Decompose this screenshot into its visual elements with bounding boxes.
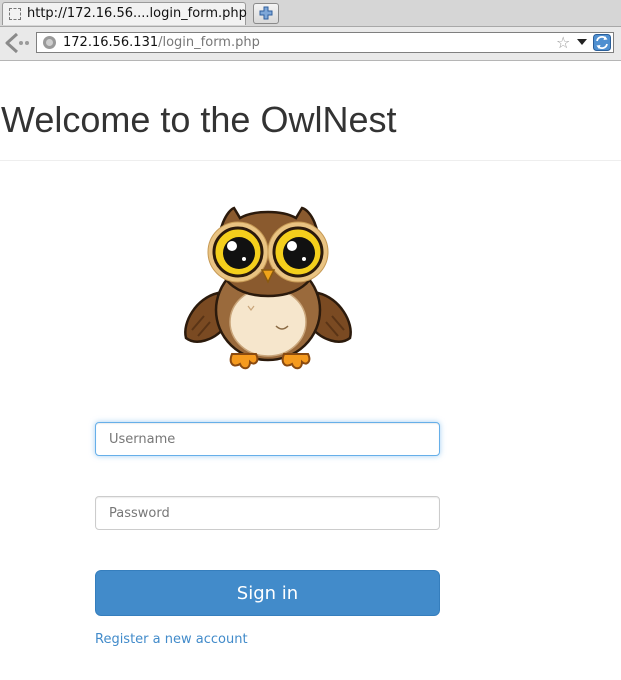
username-input[interactable] (95, 422, 440, 456)
bookmark-star-icon[interactable]: ☆ (556, 33, 570, 52)
globe-icon (43, 36, 56, 49)
plus-icon (259, 6, 273, 20)
page-title: Welcome to the OwlNest (1, 99, 397, 140)
url-path: /login_form.php (158, 35, 260, 50)
tab-bar: http://172.16.56....login_form.php (0, 0, 621, 27)
reload-button[interactable] (593, 34, 611, 51)
navigation-toolbar: 172.16.56.131/login_form.php ☆ (0, 27, 621, 61)
new-tab-button[interactable] (253, 3, 279, 24)
sign-in-button[interactable]: Sign in (95, 570, 440, 616)
reload-icon (593, 34, 611, 51)
url-text: 172.16.56.131/login_form.php (63, 35, 260, 50)
url-host: 172.16.56.131 (63, 35, 159, 50)
tab-title: http://172.16.56....login_form.php (27, 6, 247, 21)
back-button[interactable] (3, 31, 33, 55)
back-arrow-icon (5, 32, 29, 54)
register-account-link[interactable]: Register a new account (95, 632, 248, 647)
owl-logo-icon (184, 206, 352, 370)
password-input[interactable] (95, 496, 440, 530)
browser-tab[interactable]: http://172.16.56....login_form.php (2, 2, 247, 25)
page-favicon-icon (9, 8, 21, 20)
address-bar[interactable]: 172.16.56.131/login_form.php ☆ (36, 32, 614, 53)
url-history-dropdown-icon[interactable] (577, 39, 587, 45)
title-divider (0, 160, 621, 161)
